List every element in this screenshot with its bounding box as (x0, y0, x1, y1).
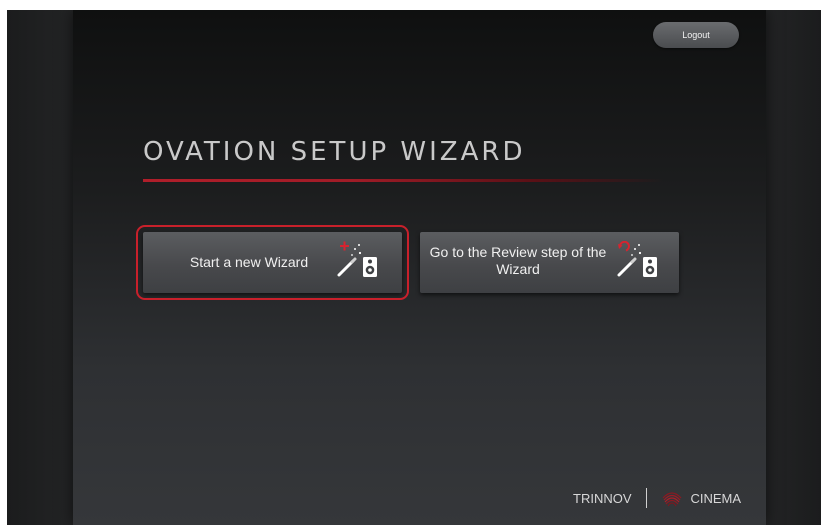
footer-branding: TRINNOV CINEMA (573, 488, 741, 508)
main-panel: Logout OVATION SETUP WIZARD Start a new … (73, 10, 766, 525)
start-new-wizard-label: Start a new Wizard (189, 254, 309, 270)
magic-wand-speaker-review-icon (617, 241, 657, 277)
title-underline (143, 179, 663, 182)
logout-button[interactable]: Logout (653, 22, 739, 48)
review-step-label: Go to the Review step of the Wizard (429, 244, 607, 277)
right-margin (766, 10, 821, 525)
brand-divider (645, 488, 647, 508)
left-margin (7, 10, 73, 525)
review-step-button[interactable]: Go to the Review step of the Wizard (420, 232, 679, 293)
app-screen: Logout OVATION SETUP WIZARD Start a new … (7, 10, 821, 525)
magic-wand-speaker-plus-icon (337, 241, 377, 277)
brand-cinema: CINEMA (690, 490, 742, 506)
trinnov-waves-icon (662, 492, 681, 507)
start-new-wizard-button[interactable]: Start a new Wizard (136, 225, 409, 300)
page-title: OVATION SETUP WIZARD (143, 137, 526, 167)
brand-trinnov: TRINNOV (573, 490, 632, 506)
